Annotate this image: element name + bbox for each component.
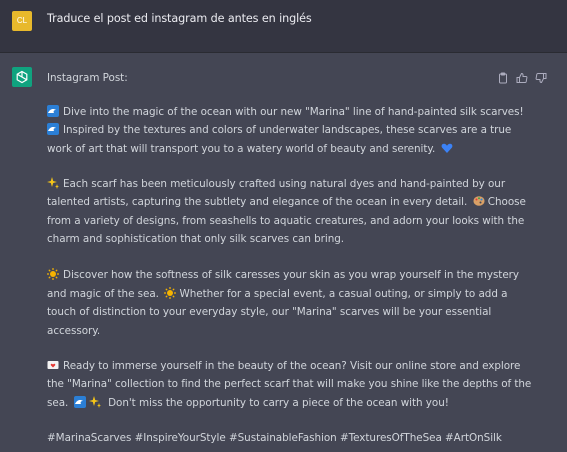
text-line: Dive into the magic of the ocean with ou… bbox=[47, 104, 524, 120]
text-line: talented artists, capturing the subtlety… bbox=[47, 194, 526, 210]
text-line-content: work of art that will transport you to a… bbox=[47, 143, 436, 155]
user-avatar: CL bbox=[12, 11, 32, 31]
text-line-content: charm and sophistication that only silk … bbox=[47, 233, 345, 245]
artist-palette-emoji-icon bbox=[473, 196, 485, 206]
post-heading: Instagram Post: bbox=[47, 72, 128, 84]
assistant-message-row: Instagram Post: Dive into the magic of t… bbox=[0, 53, 567, 452]
text-line-content: Whether for a special event, a casual ou… bbox=[179, 288, 508, 300]
clipboard-icon[interactable] bbox=[497, 69, 509, 84]
hashtags-text: #MarinaScarves #InspireYourStyle #Sustai… bbox=[47, 432, 502, 444]
text-line: sea. Don't miss the opportunity to carry… bbox=[47, 395, 449, 411]
text-line-content: sea. bbox=[47, 397, 69, 409]
text-line: Discover how the softness of silk caress… bbox=[47, 267, 519, 283]
text-line-content: Inspired by the textures and colors of u… bbox=[63, 124, 512, 136]
message-actions bbox=[497, 69, 557, 84]
openai-logo-icon bbox=[12, 67, 32, 87]
user-message-text: Traduce el post ed instagram de antes en… bbox=[47, 12, 312, 25]
text-line: Ready to immerse yourself in the beauty … bbox=[47, 358, 520, 374]
love-letter-emoji-icon bbox=[47, 361, 59, 369]
blue-heart-emoji-icon bbox=[441, 143, 452, 153]
sparkles-emoji-icon bbox=[47, 177, 59, 189]
text-line-content: and magic of the sea. bbox=[47, 288, 159, 300]
text-line-content: Ready to immerse yourself in the beauty … bbox=[63, 360, 521, 372]
wave-emoji-icon bbox=[73, 396, 86, 408]
text-line: work of art that will transport you to a… bbox=[47, 141, 453, 157]
text-line-content: touch of distinction to your everyday st… bbox=[47, 306, 492, 318]
text-line: touch of distinction to your everyday st… bbox=[47, 304, 491, 320]
text-line-content: Choose bbox=[487, 196, 526, 208]
wave-emoji-icon bbox=[47, 123, 59, 135]
user-message-row: CL Traduce el post ed instagram de antes… bbox=[0, 0, 567, 53]
text-line: Inspired by the textures and colors of u… bbox=[47, 122, 511, 138]
sun-emoji-icon bbox=[164, 287, 177, 299]
text-line: Each scarf has been meticulously crafted… bbox=[47, 176, 505, 192]
text-line-content: accessory. bbox=[47, 325, 101, 337]
hashtags-line: #MarinaScarves #InspireYourStyle #Sustai… bbox=[47, 430, 502, 446]
text-line: accessory. bbox=[47, 323, 100, 339]
text-line-content: talented artists, capturing the subtlety… bbox=[47, 196, 468, 208]
wave-emoji-icon bbox=[47, 105, 59, 117]
text-line-content: from a variety of designs, from seashell… bbox=[47, 215, 525, 227]
text-line-content: Don't miss the opportunity to carry a pi… bbox=[108, 397, 449, 409]
text-line-content: Each scarf has been meticulously crafted… bbox=[63, 178, 506, 190]
text-line: and magic of the sea. Whether for a spec… bbox=[47, 286, 507, 302]
thumbs-up-icon[interactable] bbox=[516, 69, 528, 83]
sparkles-emoji-icon bbox=[88, 396, 101, 408]
text-line: charm and sophistication that only silk … bbox=[47, 231, 344, 247]
text-line-content: the "Marina" collection to find the perf… bbox=[47, 378, 532, 390]
sun-emoji-icon bbox=[47, 268, 59, 280]
thumbs-down-icon[interactable] bbox=[535, 69, 547, 84]
text-line-content: Discover how the softness of silk caress… bbox=[63, 269, 520, 281]
text-line-content: Dive into the magic of the ocean with ou… bbox=[63, 106, 524, 118]
text-line: the "Marina" collection to find the perf… bbox=[47, 376, 531, 392]
text-line: from a variety of designs, from seashell… bbox=[47, 213, 524, 229]
